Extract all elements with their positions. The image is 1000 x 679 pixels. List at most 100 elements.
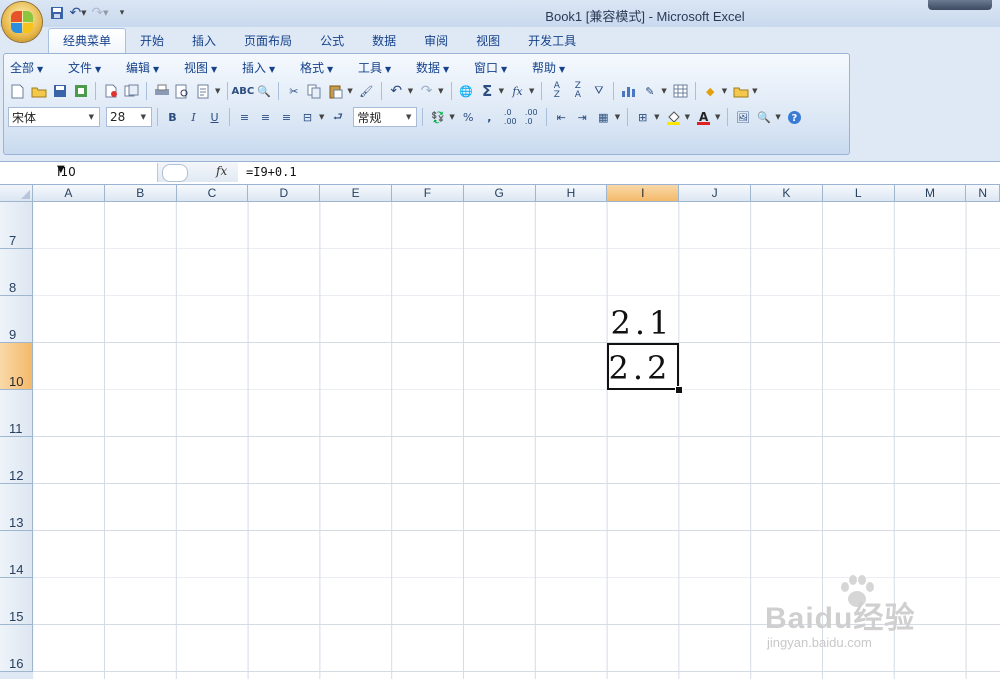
column-header-M[interactable]: M [894, 185, 967, 202]
underline-button[interactable]: U [205, 108, 224, 127]
tab-page-layout[interactable]: 页面布局 [230, 29, 306, 53]
print-icon[interactable] [152, 82, 171, 101]
undo-icon[interactable]: ↶ [387, 82, 406, 101]
hyperlink-icon[interactable]: 🌐 [457, 82, 476, 101]
folder-icon[interactable] [731, 82, 750, 101]
align-right-icon[interactable]: ≡ [277, 108, 296, 127]
menu-format[interactable]: 格式 ▼ [300, 59, 358, 76]
cell-format-icon[interactable]: ▦ [594, 108, 613, 127]
row-header-15[interactable]: 15 [0, 578, 33, 625]
window-controls[interactable] [928, 0, 992, 10]
column-header-L[interactable]: L [822, 185, 895, 202]
row-header-9[interactable]: 9 [0, 296, 33, 343]
menu-edit[interactable]: 编辑 ▼ [126, 59, 184, 76]
open-icon[interactable] [29, 82, 48, 101]
column-header-C[interactable]: C [176, 185, 249, 202]
column-header-A[interactable]: A [33, 185, 105, 202]
help-icon[interactable]: ? [785, 108, 804, 127]
row-header-14[interactable]: 14 [0, 531, 33, 578]
redo-icon[interactable]: ↷ [417, 82, 436, 101]
menu-tools[interactable]: 工具 ▼ [358, 59, 416, 76]
menu-file[interactable]: 文件 ▼ [68, 59, 126, 76]
currency-icon[interactable]: 💱 [428, 108, 447, 127]
copy-icon[interactable] [305, 82, 324, 101]
page-setup-icon[interactable] [194, 82, 213, 101]
email-icon[interactable] [101, 82, 120, 101]
font-size-select[interactable]: 28 ▼ [106, 107, 152, 127]
print-preview-icon[interactable] [173, 82, 192, 101]
name-box[interactable]: I10 ▼ [1, 163, 158, 182]
menu-all[interactable]: 全部 ▼ [10, 59, 68, 76]
tab-formulas[interactable]: 公式 [306, 29, 358, 53]
menu-window[interactable]: 窗口 ▼ [474, 59, 532, 76]
fill-color-icon[interactable] [664, 108, 683, 127]
italic-button[interactable]: I [184, 108, 203, 127]
format-painter-icon[interactable]: 🖌 [357, 82, 376, 101]
increase-decimal-icon[interactable]: .0.00 [501, 108, 520, 127]
insert-function-button[interactable]: fx [216, 164, 227, 178]
tab-classic-menu[interactable]: 经典菜单 [48, 28, 127, 53]
menu-help[interactable]: 帮助 ▼ [532, 59, 590, 76]
permission-icon[interactable] [71, 82, 90, 101]
row-header-11[interactable]: 11 [0, 390, 33, 437]
align-center-icon[interactable]: ≡ [256, 108, 275, 127]
tab-home[interactable]: 开始 [126, 29, 178, 53]
tab-view[interactable]: 视图 [462, 29, 514, 53]
column-header-F[interactable]: F [392, 185, 464, 202]
cell-I10-active[interactable]: 2.2 [607, 343, 680, 390]
save-icon[interactable] [50, 82, 69, 101]
new-icon[interactable] [8, 82, 27, 101]
filter-icon[interactable]: ⛛ [589, 82, 608, 101]
row-header-8[interactable]: 8 [0, 249, 33, 296]
chart-icon[interactable] [619, 82, 638, 101]
column-header-J[interactable]: J [679, 185, 751, 202]
row-header-13[interactable]: 13 [0, 484, 33, 531]
font-name-select[interactable]: 宋体 ▼ [8, 107, 100, 127]
cut-icon[interactable]: ✂ [284, 82, 303, 101]
office-button[interactable] [2, 2, 42, 42]
column-header-N[interactable]: N [966, 185, 1000, 202]
borders-icon[interactable]: ⊞ [633, 108, 652, 127]
menu-view[interactable]: 视图 ▼ [184, 59, 242, 76]
tab-review[interactable]: 审阅 [410, 29, 462, 53]
chevron-down-icon[interactable]: ▼ [57, 164, 153, 175]
increase-indent-icon[interactable]: ⇥ [573, 108, 592, 127]
merge-center-icon[interactable]: ⊟ [298, 108, 317, 127]
column-header-K[interactable]: K [751, 185, 823, 202]
column-header-B[interactable]: B [104, 185, 177, 202]
row-header-12[interactable]: 12 [0, 437, 33, 484]
wrap-text-icon[interactable]: ⮐ [328, 108, 347, 127]
tab-developer[interactable]: 开发工具 [514, 29, 590, 53]
row-header-7[interactable]: 7 [0, 202, 33, 249]
column-header-E[interactable]: E [320, 185, 392, 202]
picture-icon[interactable]: 🖼 [733, 108, 752, 127]
cell-I9[interactable]: 2.1 [607, 296, 679, 343]
insert-function-icon[interactable]: fx [508, 82, 527, 101]
sort-ascending-icon[interactable]: AZ [547, 82, 566, 101]
font-color-icon[interactable]: A [694, 108, 713, 127]
formula-input[interactable]: =I9+0.1 [246, 165, 297, 179]
comma-style-button[interactable]: , [480, 108, 499, 127]
select-all-button[interactable] [0, 185, 33, 202]
menu-insert[interactable]: 插入 ▼ [242, 59, 300, 76]
tab-insert[interactable]: 插入 [178, 29, 230, 53]
column-header-G[interactable]: G [463, 185, 536, 202]
table-icon[interactable] [671, 82, 690, 101]
styles-icon[interactable]: ◆ [701, 82, 720, 101]
number-format-select[interactable]: 常规 ▼ [353, 107, 418, 127]
align-left-icon[interactable]: ≡ [235, 108, 254, 127]
spelling-icon[interactable]: ABC [232, 82, 255, 101]
tab-data[interactable]: 数据 [358, 29, 410, 53]
formula-expand-icon[interactable] [162, 164, 188, 182]
decrease-decimal-icon[interactable]: .00.0 [522, 108, 541, 127]
find-replace-icon[interactable]: 🔍 [254, 82, 273, 101]
row-header-10[interactable]: 10 [0, 343, 33, 390]
percent-button[interactable]: % [459, 108, 478, 127]
paste-icon[interactable] [326, 82, 345, 101]
autosum-icon[interactable]: Σ [478, 82, 497, 101]
drawing-icon[interactable]: ✎ [640, 82, 659, 101]
column-header-D[interactable]: D [248, 185, 321, 202]
decrease-indent-icon[interactable]: ⇤ [552, 108, 571, 127]
menu-data[interactable]: 数据 ▼ [416, 59, 474, 76]
row-header-16[interactable]: 16 [0, 625, 33, 672]
